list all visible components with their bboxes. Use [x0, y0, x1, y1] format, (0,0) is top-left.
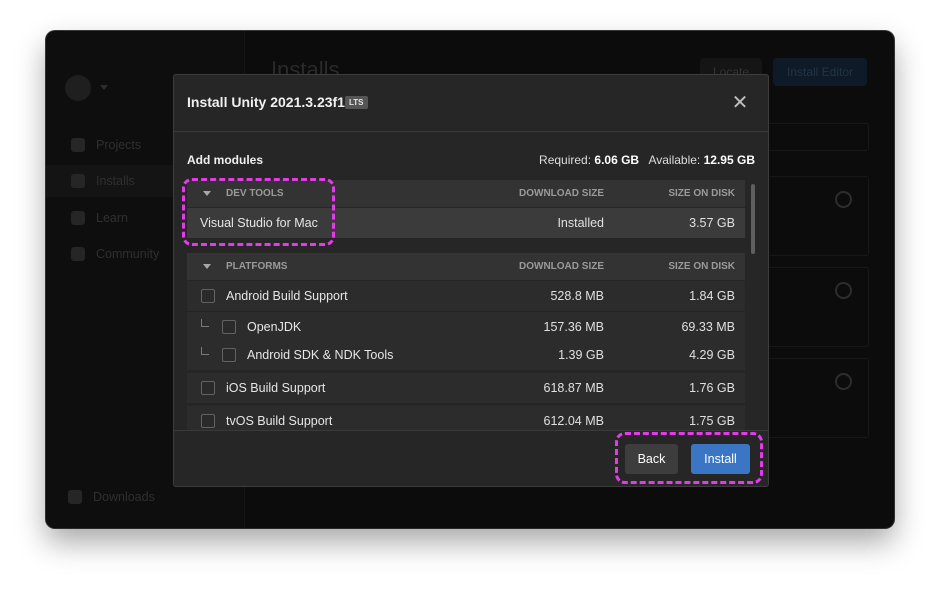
- sidebar-item-label: Installs: [96, 174, 135, 188]
- module-checkbox[interactable]: [201, 381, 215, 395]
- module-row-visual-studio-for-mac[interactable]: Visual Studio for Mac Installed 3.57 GB: [187, 208, 745, 239]
- required-label: Required:: [539, 153, 592, 167]
- caret-down-icon[interactable]: [203, 264, 211, 269]
- column-size-on-disk: SIZE ON DISK: [668, 261, 735, 272]
- cube-icon: [71, 138, 85, 152]
- module-name: OpenJDK: [247, 320, 302, 334]
- module-disk-size: 1.76 GB: [689, 381, 735, 395]
- caret-down-icon[interactable]: [203, 191, 211, 196]
- tree-branch-icon: [201, 347, 209, 355]
- group-header-platforms[interactable]: PLATFORMS DOWNLOAD SIZE SIZE ON DISK: [187, 253, 745, 280]
- module-disk-size: 4.29 GB: [689, 348, 735, 362]
- group-header-dev-tools[interactable]: DEV TOOLS DOWNLOAD SIZE SIZE ON DISK: [187, 180, 745, 207]
- close-icon[interactable]: ✕: [730, 93, 750, 113]
- group-title: DEV TOOLS: [226, 188, 284, 199]
- module-name: tvOS Build Support: [226, 414, 333, 428]
- lts-badge: LTS: [345, 96, 368, 109]
- module-name: Android SDK & NDK Tools: [247, 348, 394, 362]
- dialog-title: Install Unity 2021.3.23f1: [187, 94, 345, 110]
- download-icon: [68, 490, 82, 504]
- module-download-size: 157.36 MB: [543, 320, 604, 334]
- sidebar-item-label: Learn: [96, 211, 128, 225]
- module-row-android-sdk-ndk-tools[interactable]: Android SDK & NDK Tools 1.39 GB 4.29 GB: [187, 340, 745, 371]
- dialog-footer: Back Install: [174, 430, 768, 487]
- module-download-size: 1.39 GB: [558, 348, 604, 362]
- available-label: Available:: [648, 153, 701, 167]
- install-modules-dialog: Install Unity 2021.3.23f1 LTS ✕ Add modu…: [173, 74, 769, 487]
- module-checkbox[interactable]: [201, 414, 215, 428]
- chevron-down-icon[interactable]: [100, 85, 108, 90]
- module-download-size: 528.8 MB: [550, 289, 604, 303]
- module-name: iOS Build Support: [226, 381, 326, 395]
- module-row-ios-build-support[interactable]: iOS Build Support 618.87 MB 1.76 GB: [187, 373, 745, 404]
- module-disk-size: 69.33 MB: [681, 320, 735, 334]
- add-modules-heading: Add modules: [187, 153, 264, 167]
- module-name: Android Build Support: [226, 289, 348, 303]
- column-size-on-disk: SIZE ON DISK: [668, 188, 735, 199]
- required-value: 6.06 GB: [594, 153, 640, 167]
- lock-icon: [71, 174, 85, 188]
- sidebar-item-label: Projects: [96, 138, 142, 152]
- dialog-header: Install Unity 2021.3.23f1 LTS ✕: [174, 75, 768, 132]
- install-button[interactable]: Install: [691, 444, 750, 474]
- module-download-size: 618.87 MB: [543, 381, 604, 395]
- disk-space-summary: Required: 6.06 GB Available: 12.95 GB: [539, 153, 755, 167]
- avatar[interactable]: [65, 75, 91, 101]
- list-scrollbar[interactable]: [751, 184, 755, 254]
- downloads-label: Downloads: [93, 490, 155, 504]
- module-checkbox[interactable]: [222, 348, 236, 362]
- column-download-size: DOWNLOAD SIZE: [519, 188, 604, 199]
- sidebar-item-label: Community: [96, 247, 160, 261]
- module-row-android-build-support[interactable]: Android Build Support 528.8 MB 1.84 GB: [187, 281, 745, 312]
- graduation-cap-icon: [71, 211, 85, 225]
- people-icon: [71, 247, 85, 261]
- module-row-tvos-build-support[interactable]: tvOS Build Support 612.04 MB 1.75 GB: [187, 406, 745, 430]
- unity-hub-window: Projects Installs Learn Community Downlo…: [46, 31, 894, 528]
- gear-icon[interactable]: [835, 282, 852, 299]
- module-download-size: 612.04 MB: [543, 414, 604, 428]
- module-download-size: Installed: [557, 216, 604, 230]
- module-disk-size: 1.75 GB: [689, 414, 735, 428]
- module-checkbox[interactable]: [201, 289, 215, 303]
- tree-branch-icon: [201, 319, 209, 327]
- module-name: Visual Studio for Mac: [200, 216, 318, 230]
- module-row-openjdk[interactable]: OpenJDK 157.36 MB 69.33 MB: [187, 312, 745, 343]
- back-button[interactable]: Back: [625, 444, 678, 474]
- downloads-button[interactable]: Downloads: [46, 483, 155, 511]
- available-value: 12.95 GB: [703, 153, 755, 167]
- module-checkbox[interactable]: [222, 320, 236, 334]
- group-title: PLATFORMS: [226, 261, 288, 272]
- column-download-size: DOWNLOAD SIZE: [519, 261, 604, 272]
- install-editor-button[interactable]: Install Editor: [773, 58, 867, 86]
- modules-list[interactable]: DEV TOOLS DOWNLOAD SIZE SIZE ON DISK Vis…: [187, 180, 745, 430]
- module-disk-size: 3.57 GB: [689, 216, 735, 230]
- module-disk-size: 1.84 GB: [689, 289, 735, 303]
- gear-icon[interactable]: [835, 191, 852, 208]
- gear-icon[interactable]: [835, 373, 852, 390]
